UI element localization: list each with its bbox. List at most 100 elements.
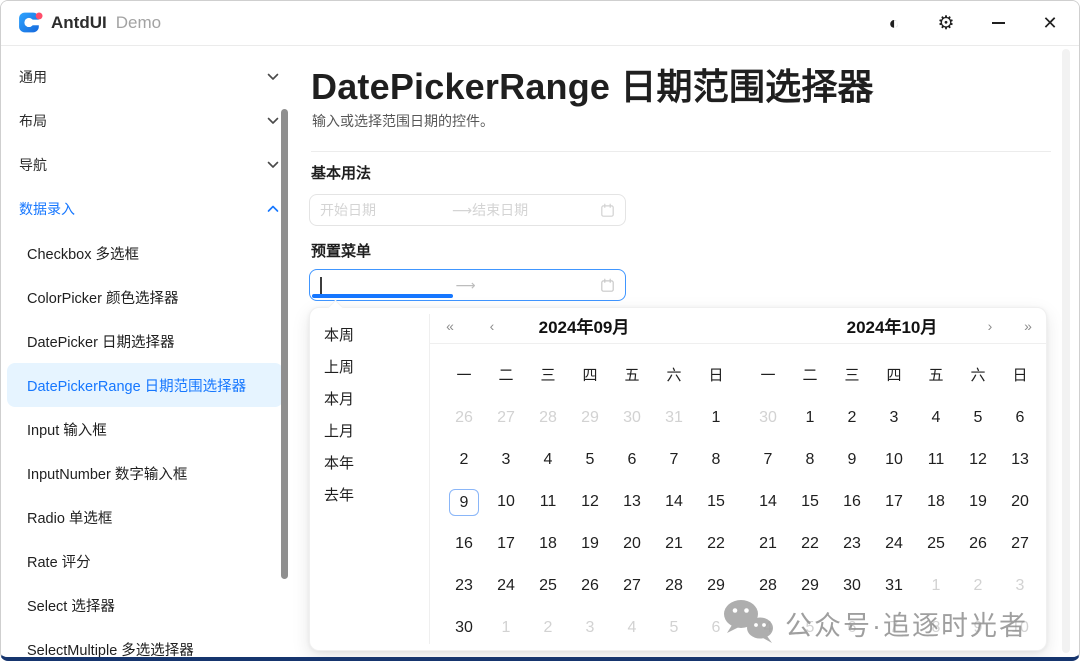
sidebar-scrollbar[interactable] (281, 109, 288, 579)
sidebar-item-4[interactable]: Input 输入框 (7, 407, 283, 451)
day-cell[interactable]: 4 (611, 607, 653, 649)
preset-item-0[interactable]: 本周 (310, 320, 429, 352)
day-cell[interactable]: 30 (611, 397, 653, 439)
preset-item-2[interactable]: 本月 (310, 384, 429, 416)
close-button[interactable]: ✕ (1033, 6, 1067, 40)
day-cell[interactable]: 13 (611, 481, 653, 523)
day-cell[interactable]: 14 (653, 481, 695, 523)
sidebar-group-0[interactable]: 通用 (1, 55, 297, 99)
day-cell[interactable]: 1 (789, 397, 831, 439)
sidebar-item-6[interactable]: Radio 单选框 (7, 495, 283, 539)
preset-item-1[interactable]: 上周 (310, 352, 429, 384)
day-cell[interactable]: 26 (957, 523, 999, 565)
day-cell[interactable]: 3 (569, 607, 611, 649)
day-cell[interactable]: 22 (695, 523, 737, 565)
day-cell[interactable]: 7 (747, 439, 789, 481)
day-cell[interactable]: 27 (611, 565, 653, 607)
day-cell[interactable]: 6 (611, 439, 653, 481)
day-cell[interactable]: 2 (831, 397, 873, 439)
sidebar-item-1[interactable]: ColorPicker 颜色选择器 (7, 275, 283, 319)
day-cell[interactable]: 5 (957, 397, 999, 439)
day-cell[interactable]: 6 (999, 397, 1041, 439)
day-cell[interactable]: 23 (443, 565, 485, 607)
next-year-icon[interactable]: » (1017, 308, 1039, 344)
settings-gear-icon[interactable]: ⚙ (929, 6, 963, 40)
day-cell[interactable]: 20 (611, 523, 653, 565)
day-cell[interactable]: 26 (569, 565, 611, 607)
day-cell[interactable]: 2 (443, 439, 485, 481)
day-cell[interactable]: 28 (653, 565, 695, 607)
sidebar-item-3[interactable]: DatePickerRange 日期范围选择器 (7, 363, 283, 407)
day-cell[interactable]: 16 (831, 481, 873, 523)
day-cell[interactable]: 21 (747, 523, 789, 565)
sidebar-item-7[interactable]: Rate 评分 (7, 539, 283, 583)
day-cell[interactable]: 25 (527, 565, 569, 607)
day-cell[interactable]: 4 (915, 397, 957, 439)
preset-item-3[interactable]: 上月 (310, 416, 429, 448)
preset-item-5[interactable]: 去年 (310, 480, 429, 512)
day-cell[interactable]: 13 (999, 439, 1041, 481)
day-cell[interactable]: 7 (653, 439, 695, 481)
day-cell[interactable]: 10 (485, 481, 527, 523)
day-cell[interactable]: 14 (747, 481, 789, 523)
sidebar-item-9[interactable]: SelectMultiple 多选选择器 (7, 627, 283, 657)
day-cell[interactable]: 8 (789, 439, 831, 481)
day-cell[interactable]: 1 (485, 607, 527, 649)
day-cell[interactable]: 19 (569, 523, 611, 565)
day-cell[interactable]: 3 (485, 439, 527, 481)
day-cell[interactable]: 23 (831, 523, 873, 565)
day-cell[interactable]: 18 (915, 481, 957, 523)
day-cell[interactable]: 8 (695, 439, 737, 481)
theme-toggle-icon[interactable]: ◐ (877, 6, 911, 40)
day-cell[interactable]: 20 (999, 481, 1041, 523)
day-cell[interactable]: 28 (527, 397, 569, 439)
day-cell[interactable]: 18 (527, 523, 569, 565)
prev-year-icon[interactable]: « (439, 308, 461, 344)
day-cell[interactable]: 19 (957, 481, 999, 523)
day-cell[interactable]: 29 (569, 397, 611, 439)
day-cell[interactable]: 17 (485, 523, 527, 565)
sidebar-group-3[interactable]: 数据录入 (1, 187, 297, 231)
day-cell[interactable]: 22 (789, 523, 831, 565)
day-cell[interactable]: 16 (443, 523, 485, 565)
day-cell[interactable]: 21 (653, 523, 695, 565)
sidebar-item-0[interactable]: Checkbox 多选框 (7, 231, 283, 275)
prev-month-icon[interactable]: ‹ (481, 308, 503, 344)
day-cell[interactable]: 17 (873, 481, 915, 523)
day-cell[interactable]: 1 (695, 397, 737, 439)
sidebar-group-2[interactable]: 导航 (1, 143, 297, 187)
day-cell[interactable]: 27 (999, 523, 1041, 565)
day-cell[interactable]: 31 (653, 397, 695, 439)
minimize-button[interactable] (981, 6, 1015, 40)
sidebar-group-1[interactable]: 布局 (1, 99, 297, 143)
sidebar-item-2[interactable]: DatePicker 日期选择器 (7, 319, 283, 363)
day-cell[interactable]: 4 (527, 439, 569, 481)
day-cell[interactable]: 11 (915, 439, 957, 481)
daterange-input-preset-focused[interactable]: ⟶ (309, 269, 626, 301)
day-cell-today[interactable]: 9 (443, 481, 485, 523)
day-cell[interactable]: 5 (569, 439, 611, 481)
day-cell[interactable]: 5 (653, 607, 695, 649)
day-cell[interactable]: 11 (527, 481, 569, 523)
day-cell[interactable]: 12 (569, 481, 611, 523)
sidebar-item-8[interactable]: Select 选择器 (7, 583, 283, 627)
day-cell[interactable]: 3 (873, 397, 915, 439)
preset-item-4[interactable]: 本年 (310, 448, 429, 480)
day-cell[interactable]: 24 (873, 523, 915, 565)
day-cell[interactable]: 27 (485, 397, 527, 439)
day-cell[interactable]: 30 (443, 607, 485, 649)
main-scrollbar[interactable] (1062, 49, 1070, 653)
day-cell[interactable]: 25 (915, 523, 957, 565)
day-cell[interactable]: 15 (695, 481, 737, 523)
day-cell[interactable]: 2 (527, 607, 569, 649)
day-cell[interactable]: 24 (485, 565, 527, 607)
daterange-input-basic[interactable]: 开始日期 ⟶结束日期 (309, 194, 626, 226)
day-cell[interactable]: 30 (747, 397, 789, 439)
sidebar-item-5[interactable]: InputNumber 数字输入框 (7, 451, 283, 495)
day-cell[interactable]: 15 (789, 481, 831, 523)
next-month-icon[interactable]: › (979, 308, 1001, 344)
day-cell[interactable]: 9 (831, 439, 873, 481)
day-cell[interactable]: 12 (957, 439, 999, 481)
day-cell[interactable]: 26 (443, 397, 485, 439)
day-cell[interactable]: 10 (873, 439, 915, 481)
